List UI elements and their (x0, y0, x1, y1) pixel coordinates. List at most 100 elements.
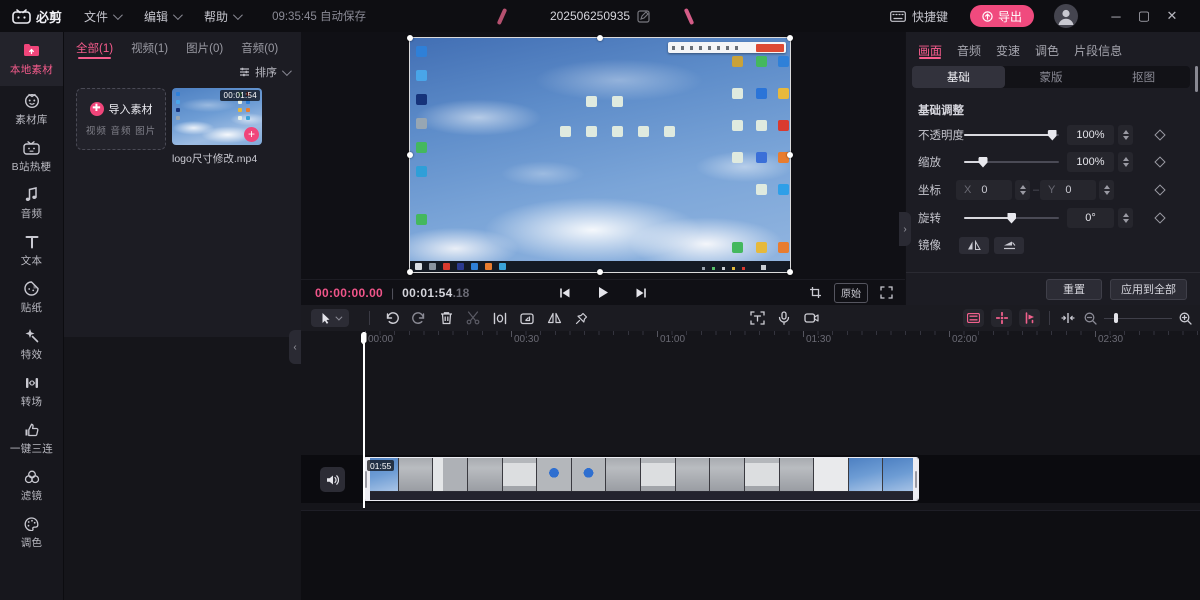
position-x-stepper[interactable] (1015, 180, 1030, 200)
timeline-ruler[interactable]: 00:0000:3001:0001:3002:0002:30 (301, 331, 1200, 350)
sort-button[interactable]: 排序 (64, 59, 301, 85)
scale-stepper[interactable] (1118, 152, 1133, 172)
split-button[interactable] (488, 309, 512, 327)
reset-button[interactable]: 重置 (1046, 279, 1102, 300)
sidebar-item-transitions[interactable]: 转场 (0, 368, 63, 415)
tab-audio[interactable]: 音频(0) (241, 40, 278, 59)
fit-timeline-button[interactable] (1061, 312, 1075, 324)
freeze-frame-button[interactable] (515, 309, 539, 327)
next-frame-button[interactable] (633, 285, 649, 301)
opacity-stepper[interactable] (1118, 125, 1133, 145)
maximize-button[interactable]: ▢ (1130, 0, 1158, 32)
cut-button[interactable] (461, 309, 485, 327)
flip-horizontal-button[interactable] (959, 237, 989, 254)
flip-vertical-button[interactable] (994, 237, 1024, 254)
tab-all[interactable]: 全部(1) (76, 40, 113, 59)
keyframe-icon[interactable] (1154, 156, 1165, 167)
auto-snap-toggle[interactable] (991, 309, 1012, 327)
clip-trim-handle-right[interactable] (913, 457, 920, 501)
zoom-in-icon[interactable] (1179, 312, 1192, 325)
minimize-button[interactable]: ─ (1102, 0, 1130, 32)
resize-handle[interactable] (597, 35, 603, 41)
resize-handle[interactable] (407, 35, 413, 41)
user-avatar[interactable] (1054, 4, 1078, 28)
sidebar-item-library[interactable]: 素材库 (0, 86, 63, 133)
opacity-value[interactable]: 100% (1067, 125, 1114, 145)
preview-video[interactable] (410, 38, 790, 272)
sidebar-item-effects[interactable]: 特效 (0, 321, 63, 368)
scrollbar-thumb[interactable] (1195, 66, 1198, 92)
undo-button[interactable] (380, 309, 404, 327)
media-clip-thumbnail[interactable]: 00:01:54 + (172, 88, 262, 145)
subtab-mask[interactable]: 蒙版 (1005, 66, 1098, 88)
scale-value[interactable]: 100% (1067, 152, 1114, 172)
scale-slider[interactable] (964, 152, 1059, 172)
previous-frame-button[interactable] (557, 285, 573, 301)
sidebar-item-triple-combo[interactable]: 一键三连 (0, 415, 63, 462)
original-ratio-button[interactable]: 原始 (834, 283, 868, 303)
apply-to-all-button[interactable]: 应用到全部 (1110, 279, 1187, 300)
delete-button[interactable] (434, 309, 458, 327)
keyframe-icon[interactable] (1154, 212, 1165, 223)
sidebar-item-audio[interactable]: 音频 (0, 180, 63, 227)
tab-clip-info[interactable]: 片段信息 (1074, 42, 1122, 60)
menu-edit[interactable]: 编辑 (144, 8, 180, 25)
keyframe-icon[interactable] (1154, 129, 1165, 140)
rename-project-icon[interactable] (637, 10, 650, 23)
resize-handle[interactable] (407, 152, 413, 158)
opacity-slider[interactable] (964, 125, 1059, 145)
play-button[interactable] (595, 285, 611, 301)
subtab-basic[interactable]: 基础 (912, 66, 1005, 88)
menu-file[interactable]: 文件 (84, 8, 120, 25)
mirror-clip-button[interactable] (542, 309, 566, 327)
main-track-magnet-toggle[interactable] (963, 309, 984, 327)
linkage-toggle[interactable] (1019, 309, 1040, 327)
close-button[interactable]: ✕ (1158, 0, 1186, 32)
position-y-stepper[interactable] (1099, 180, 1114, 200)
tab-speed[interactable]: 变速 (996, 42, 1020, 60)
voiceover-mic-button[interactable] (772, 309, 796, 327)
sidebar-item-text[interactable]: 文本 (0, 227, 63, 274)
resize-handle[interactable] (407, 269, 413, 275)
subtab-chroma-key[interactable]: 抠图 (1097, 66, 1190, 88)
tab-color[interactable]: 调色 (1035, 42, 1059, 60)
collapse-media-panel-button[interactable]: ‹ (289, 330, 301, 364)
crop-ratio-icon[interactable] (809, 286, 822, 299)
keyframe-icon[interactable] (1154, 184, 1165, 195)
tab-video[interactable]: 视频(1) (131, 40, 168, 59)
timeline-clip[interactable]: 01:55 (363, 457, 919, 501)
sidebar-item-color-grading[interactable]: 调色 (0, 509, 63, 556)
fullscreen-icon[interactable] (880, 286, 893, 299)
select-tool-button[interactable] (311, 309, 349, 327)
import-media-button[interactable]: ✚ 导入素材 视频 音频 图片 (76, 88, 166, 150)
tab-image[interactable]: 图片(0) (186, 40, 223, 59)
rotation-slider[interactable] (964, 208, 1059, 228)
resize-handle[interactable] (787, 269, 793, 275)
sidebar-item-filters[interactable]: 滤镜 (0, 462, 63, 509)
sidebar-item-stickers[interactable]: 贴纸 (0, 274, 63, 321)
timeline-zoom-slider[interactable] (1104, 312, 1172, 324)
zoom-slider-handle[interactable] (1114, 313, 1118, 323)
tab-picture[interactable]: 画面 (918, 42, 942, 60)
zoom-out-icon[interactable] (1084, 312, 1097, 325)
export-button[interactable]: 导出 (970, 5, 1034, 27)
position-y-field[interactable]: Y 0 (1040, 180, 1096, 200)
sidebar-item-local-media[interactable]: 本地素材 (0, 32, 63, 86)
redo-button[interactable] (407, 309, 431, 327)
rotation-value[interactable]: 0° (1067, 208, 1114, 228)
camera-record-button[interactable] (799, 309, 823, 327)
resize-handle[interactable] (787, 152, 793, 158)
resize-handle[interactable] (597, 269, 603, 275)
marker-pin-button[interactable] (569, 309, 593, 327)
position-x-field[interactable]: X 0 (956, 180, 1012, 200)
resize-handle[interactable] (787, 35, 793, 41)
track-mute-button[interactable] (320, 467, 345, 492)
text-recognition-button[interactable] (745, 309, 769, 327)
rotation-stepper[interactable] (1118, 208, 1133, 228)
playhead[interactable] (363, 332, 365, 508)
add-to-timeline-button[interactable]: + (244, 127, 259, 142)
menu-help[interactable]: 帮助 (204, 8, 240, 25)
collapse-inspector-button[interactable]: › (899, 212, 911, 246)
sidebar-item-bilibili-memes[interactable]: B站热梗 (0, 133, 63, 180)
shortcuts-button[interactable]: 快捷键 (890, 8, 948, 25)
